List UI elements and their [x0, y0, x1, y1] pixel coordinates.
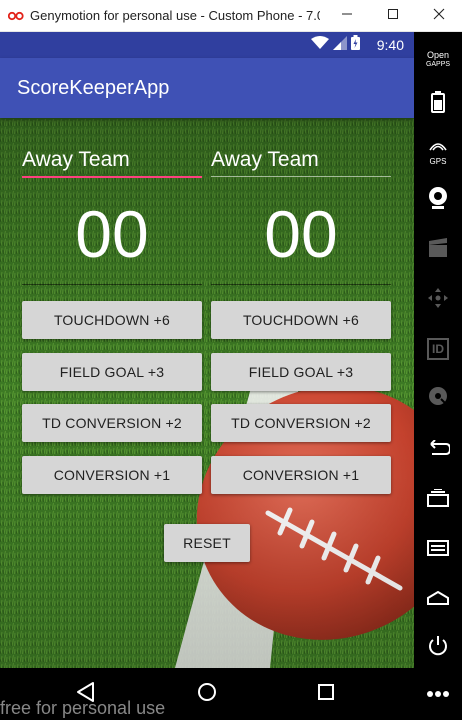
team-a-touchdown-button[interactable]: TOUCHDOWN +6 — [22, 301, 202, 339]
status-bar: 9:40 — [0, 32, 414, 58]
cell-signal-icon — [333, 35, 347, 55]
back-icon — [426, 438, 452, 461]
recents-icon — [316, 682, 336, 707]
app-bar: ScoreKeeperApp — [0, 58, 414, 118]
maximize-icon — [387, 7, 399, 25]
nav-home-button[interactable] — [193, 680, 221, 708]
id-icon: ID — [427, 338, 449, 360]
reset-button[interactable]: RESET — [164, 524, 250, 562]
team-b-td-conversion-button[interactable]: TD CONVERSION +2 — [211, 404, 391, 442]
team-b-field-goal-button[interactable]: FIELD GOAL +3 — [211, 353, 391, 391]
toolbar-menu-button[interactable] — [414, 530, 462, 570]
device-id-widget-button[interactable]: ID — [414, 329, 462, 369]
genymotion-side-toolbar: Open GAPPS GPS ID — [414, 32, 462, 720]
battery-icon — [351, 35, 360, 55]
wifi-icon — [311, 35, 329, 55]
toolbar-power-button[interactable] — [414, 628, 462, 668]
team-b-touchdown-button[interactable]: TOUCHDOWN +6 — [211, 301, 391, 339]
opengapps-label-gapps: GAPPS — [425, 61, 451, 68]
power-icon — [427, 635, 449, 662]
team-a-conversion-button[interactable]: CONVERSION +1 — [22, 456, 202, 494]
nav-recents-button[interactable] — [312, 680, 340, 708]
dpad-widget-button[interactable] — [414, 280, 462, 320]
webcam-widget-button[interactable] — [414, 180, 462, 220]
home-icon — [196, 681, 218, 708]
battery-widget-button[interactable] — [414, 84, 462, 124]
recent-apps-icon — [427, 488, 449, 512]
minimize-button[interactable] — [324, 0, 370, 32]
opengapps-button[interactable]: Open GAPPS — [414, 40, 462, 80]
close-icon — [433, 7, 445, 25]
disk-icon — [427, 385, 449, 412]
phone-screen: 9:40 ScoreKeeperApp Away Team Away Team … — [0, 32, 414, 720]
team-b-name[interactable]: Away Team — [211, 148, 391, 177]
toolbar-recent-apps-button[interactable] — [414, 480, 462, 520]
window-title: Genymotion for personal use - Custom Pho… — [30, 8, 320, 23]
personal-use-watermark: free for personal use — [0, 698, 166, 718]
maximize-button[interactable] — [370, 0, 416, 32]
capture-widget-button[interactable] — [414, 230, 462, 270]
menu-icon — [427, 539, 449, 561]
home-icon — [427, 590, 449, 610]
minimize-icon — [341, 7, 353, 25]
webcam-icon — [427, 186, 449, 215]
team-a-td-conversion-button[interactable]: TD CONVERSION +2 — [22, 404, 202, 442]
more-icon — [426, 685, 450, 703]
team-b-conversion-button[interactable]: CONVERSION +1 — [211, 456, 391, 494]
team-a-field-goal-button[interactable]: FIELD GOAL +3 — [22, 353, 202, 391]
clapperboard-icon — [428, 237, 448, 263]
gps-icon — [428, 139, 448, 157]
score-divider-b — [211, 284, 391, 285]
team-a-name[interactable]: Away Team — [22, 148, 202, 178]
disk-widget-button[interactable] — [414, 378, 462, 418]
app-title: ScoreKeeperApp — [17, 77, 170, 99]
toolbar-home-button[interactable] — [414, 580, 462, 620]
team-b-score: 00 — [264, 197, 338, 271]
toolbar-more-button[interactable] — [414, 674, 462, 714]
battery-icon — [431, 90, 445, 118]
team-a-score: 00 — [75, 197, 149, 271]
toolbar-back-button[interactable] — [414, 430, 462, 470]
opengapps-label-open: Open — [426, 50, 450, 60]
status-time: 9:40 — [376, 37, 404, 53]
genymotion-logo-icon — [7, 9, 24, 21]
score-keeper-content: Away Team Away Team 00 00 TOUCHDOWN +6 T… — [0, 118, 414, 668]
gps-widget-button[interactable]: GPS — [414, 132, 462, 172]
gps-label: GPS — [429, 156, 447, 166]
dpad-icon — [427, 287, 449, 314]
window-title-bar: Genymotion for personal use - Custom Pho… — [0, 0, 462, 32]
close-button[interactable] — [416, 0, 462, 32]
score-divider-a — [22, 284, 202, 285]
